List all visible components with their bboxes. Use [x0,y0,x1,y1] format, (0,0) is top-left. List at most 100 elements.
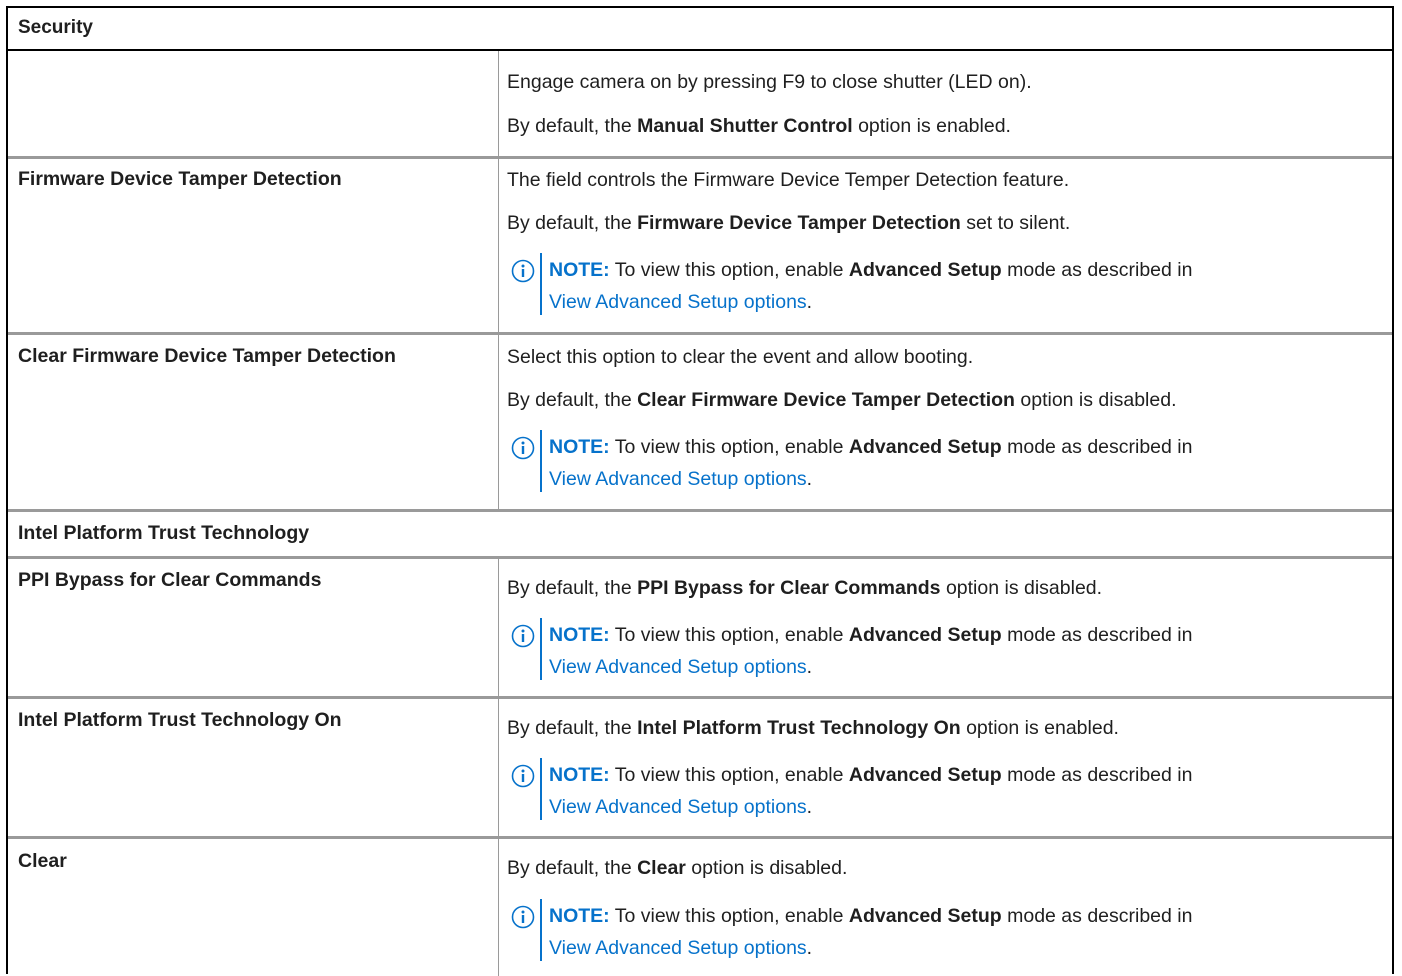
clear-fw-tamper-desc: Select this option to clear the event an… [507,343,973,371]
option-name: Clear [637,857,686,879]
note-accent-bar [540,899,542,961]
option-name: Clear Firmware Device Tamper Detection [637,389,1015,411]
note-link-line: View Advanced Setup options. [549,793,812,821]
default-suffix: option is enabled. [852,115,1011,137]
default-prefix: By default, the [507,717,638,739]
clear-fw-tamper-label: Clear Firmware Device Tamper Detection [18,345,396,367]
note-period: . [806,468,813,490]
default-suffix: option is disabled. [685,857,848,879]
manual-shutter-line1: Engage camera on by pressing F9 to close… [507,71,1032,93]
note-label: NOTE: [549,624,610,646]
fw-tamper-default: By default, the Firmware Device Tamper D… [507,209,1070,237]
clear-label: Clear [18,850,67,872]
fw-tamper-label: Firmware Device Tamper Detection [18,168,342,190]
option-name: Manual Shutter Control [637,115,853,137]
column-divider [498,51,499,156]
column-divider [498,335,499,509]
note-text-pre: To view this option, enable [609,436,849,458]
default-suffix: option is disabled. [940,577,1103,599]
info-circle-icon [511,436,535,460]
advanced-setup-link[interactable]: View Advanced Setup options [549,796,807,818]
note-intel-ptt-on: NOTE: To view this option, enable Advanc… [507,758,1377,824]
info-circle-icon [511,624,535,648]
note-period: . [806,937,813,959]
note-text-bold: Advanced Setup [848,624,1002,646]
default-prefix: By default, the [507,577,638,599]
note-text: NOTE: To view this option, enable Advanc… [549,621,1192,649]
column-divider [498,159,499,332]
note-text: NOTE: To view this option, enable Advanc… [549,433,1192,461]
intel-ptt-on-label: Intel Platform Trust Technology On [18,709,342,731]
row-divider [8,556,1392,559]
note-text-post: mode as described in [1001,764,1193,786]
intel-ptt-heading: Intel Platform Trust Technology [18,522,310,544]
note-label: NOTE: [549,905,610,927]
default-prefix: By default, the [507,115,638,137]
note-accent-bar [540,253,542,315]
note-clear-fw-tamper: NOTE: To view this option, enable Advanc… [507,430,1377,496]
default-suffix: option is enabled. [960,717,1119,739]
note-text-bold: Advanced Setup [848,259,1002,281]
row-divider [8,509,1392,512]
note-link-line: View Advanced Setup options. [549,653,812,681]
row-divider [8,696,1392,699]
clear-fw-tamper-default: By default, the Clear Firmware Device Ta… [507,386,1177,414]
note-text-pre: To view this option, enable [609,624,849,646]
default-suffix: set to silent. [960,212,1071,234]
section-title: Security [18,17,93,38]
option-name: Intel Platform Trust Technology On [637,717,961,739]
note-text-bold: Advanced Setup [848,436,1002,458]
clear-default: By default, the Clear option is disabled… [507,854,847,882]
note-link-line: View Advanced Setup options. [549,465,812,493]
note-accent-bar [540,618,542,680]
info-circle-icon [511,905,535,929]
note-fw-tamper: NOTE: To view this option, enable Advanc… [507,253,1377,319]
note-period: . [806,796,813,818]
note-accent-bar [540,758,542,820]
advanced-setup-link[interactable]: View Advanced Setup options [549,937,807,959]
clear-fw-tamper-line1: Select this option to clear the event an… [507,346,974,368]
row-divider [8,156,1392,159]
option-name: PPI Bypass for Clear Commands [637,577,941,599]
intel-ptt-on-default: By default, the Intel Platform Trust Tec… [507,714,1119,742]
manual-shutter-desc: Engage camera on by pressing F9 to close… [507,68,1032,96]
row-divider [8,332,1392,335]
note-text: NOTE: To view this option, enable Advanc… [549,902,1192,930]
note-text-bold: Advanced Setup [848,764,1002,786]
ppi-bypass-default: By default, the PPI Bypass for Clear Com… [507,574,1102,602]
note-text: NOTE: To view this option, enable Advanc… [549,761,1192,789]
note-text-post: mode as described in [1001,905,1193,927]
row-divider [8,836,1392,839]
note-text-pre: To view this option, enable [609,764,849,786]
note-text-post: mode as described in [1001,436,1193,458]
note-accent-bar [540,430,542,492]
table-header: Security [8,8,1392,51]
note-text-post: mode as described in [1001,624,1193,646]
note-label: NOTE: [549,436,610,458]
info-circle-icon [511,259,535,283]
note-period: . [806,291,813,313]
fw-tamper-line1: The field controls the Firmware Device T… [507,169,1070,191]
note-text-pre: To view this option, enable [609,905,849,927]
note-clear: NOTE: To view this option, enable Advanc… [507,899,1377,965]
note-label: NOTE: [549,259,610,281]
info-circle-icon [511,764,535,788]
fw-tamper-desc: The field controls the Firmware Device T… [507,166,1069,194]
default-prefix: By default, the [507,857,638,879]
note-text-bold: Advanced Setup [848,905,1002,927]
advanced-setup-link[interactable]: View Advanced Setup options [549,656,807,678]
note-text-pre: To view this option, enable [609,259,849,281]
note-ppi-bypass: NOTE: To view this option, enable Advanc… [507,618,1377,684]
advanced-setup-link[interactable]: View Advanced Setup options [549,291,807,313]
note-text-post: mode as described in [1001,259,1193,281]
note-text: NOTE: To view this option, enable Advanc… [549,256,1192,284]
security-table: Security Engage camera on by pressing F9… [6,6,1394,976]
note-link-line: View Advanced Setup options. [549,934,812,962]
ppi-bypass-label: PPI Bypass for Clear Commands [18,569,322,591]
column-divider [498,699,499,836]
advanced-setup-link[interactable]: View Advanced Setup options [549,468,807,490]
default-prefix: By default, the [507,389,638,411]
column-divider [498,839,499,976]
option-name: Firmware Device Tamper Detection [637,212,961,234]
note-label: NOTE: [549,764,610,786]
